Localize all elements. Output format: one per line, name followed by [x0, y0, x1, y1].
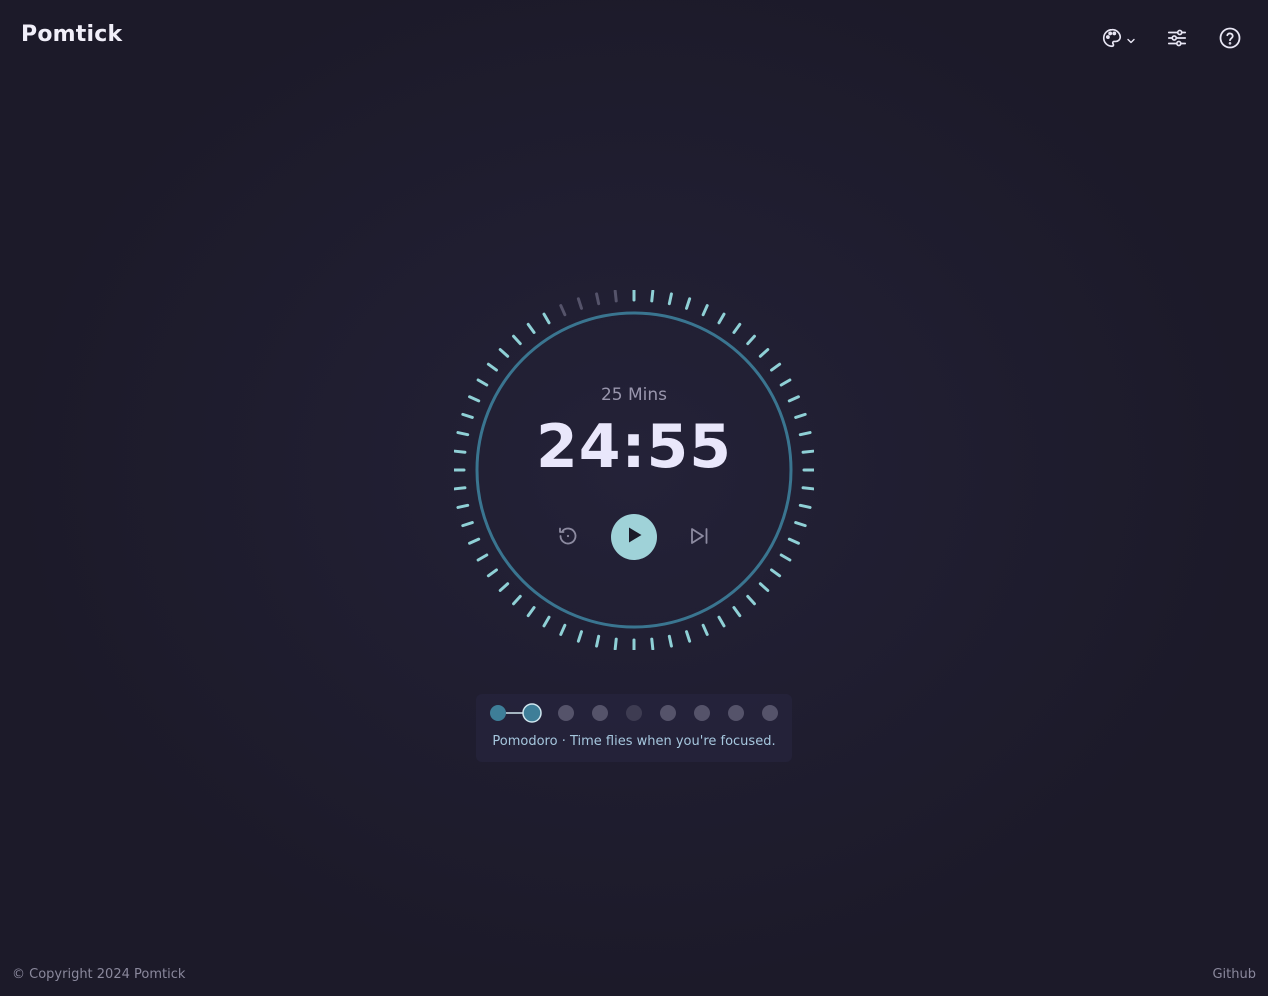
remaining-tick: [526, 322, 536, 334]
remaining-tick: [456, 503, 470, 509]
remaining-tick: [542, 312, 551, 325]
step-dot-current: [522, 703, 542, 723]
remaining-tick: [542, 615, 551, 628]
play-button[interactable]: [611, 514, 657, 560]
time-remaining: 24:55: [536, 412, 732, 482]
skip-icon: [688, 525, 710, 551]
step-dot-pending: [660, 705, 676, 721]
step-dot-pending: [762, 705, 778, 721]
remaining-tick: [526, 606, 536, 618]
remaining-tick: [576, 630, 583, 643]
remaining-tick: [798, 503, 812, 509]
remaining-tick: [758, 582, 770, 592]
step-dot-done: [490, 705, 506, 721]
remaining-tick: [732, 322, 742, 334]
theme-button[interactable]: [1101, 27, 1136, 53]
app-logo[interactable]: Pomtick: [21, 22, 122, 47]
session-caption: Pomodoro · Time flies when you're focuse…: [492, 734, 776, 749]
play-icon: [623, 524, 645, 550]
remaining-tick: [454, 486, 467, 491]
remaining-tick: [801, 486, 814, 491]
remaining-tick: [613, 637, 618, 650]
remaining-tick: [701, 304, 709, 317]
remaining-tick: [498, 582, 510, 592]
remaining-tick: [512, 594, 522, 606]
remaining-tick: [667, 292, 673, 306]
remaining-tick: [746, 594, 756, 606]
remaining-tick: [667, 634, 673, 648]
remaining-tick: [650, 290, 655, 303]
remaining-tick: [512, 334, 522, 346]
remaining-tick: [732, 606, 742, 618]
remaining-tick: [650, 637, 655, 650]
timer-controls: [454, 514, 814, 562]
remaining-tick: [746, 334, 756, 346]
help-button[interactable]: [1218, 26, 1242, 54]
elapsed-tick: [595, 292, 601, 306]
remaining-tick: [770, 362, 782, 372]
remaining-tick: [486, 568, 498, 578]
skip-button[interactable]: [686, 526, 712, 550]
remaining-tick: [486, 362, 498, 372]
sliders-icon: [1166, 27, 1188, 53]
settings-button[interactable]: [1166, 27, 1188, 53]
session-steps: [490, 703, 778, 723]
help-icon: [1218, 26, 1242, 54]
remaining-tick: [559, 623, 567, 636]
step-dot-pending: [558, 705, 574, 721]
remaining-tick: [685, 297, 692, 310]
remaining-tick: [685, 630, 692, 643]
chevron-down-icon: [1126, 31, 1136, 50]
step-dot-pending: [626, 705, 642, 721]
remaining-tick: [595, 634, 601, 648]
remaining-tick: [701, 623, 709, 636]
session-progress: Pomodoro · Time flies when you're focuse…: [476, 694, 792, 762]
elapsed-tick: [576, 297, 583, 310]
header-actions: [1101, 26, 1242, 54]
remaining-tick: [770, 568, 782, 578]
step-dot-pending: [728, 705, 744, 721]
remaining-tick: [498, 348, 510, 358]
palette-icon: [1101, 27, 1123, 53]
timer-dial: 25 Mins 24:55: [454, 290, 814, 650]
reset-icon: [556, 524, 580, 552]
reset-button[interactable]: [554, 526, 582, 550]
step-dot-pending: [592, 705, 608, 721]
copyright-text: © Copyright 2024 Pomtick: [12, 967, 186, 982]
session-length-label: 25 Mins: [600, 385, 668, 405]
remaining-tick: [717, 615, 726, 628]
elapsed-tick: [559, 304, 567, 317]
remaining-tick: [717, 312, 726, 325]
remaining-tick: [758, 348, 770, 358]
step-dot-pending: [694, 705, 710, 721]
github-link[interactable]: Github: [1212, 967, 1256, 982]
elapsed-tick: [613, 290, 618, 303]
